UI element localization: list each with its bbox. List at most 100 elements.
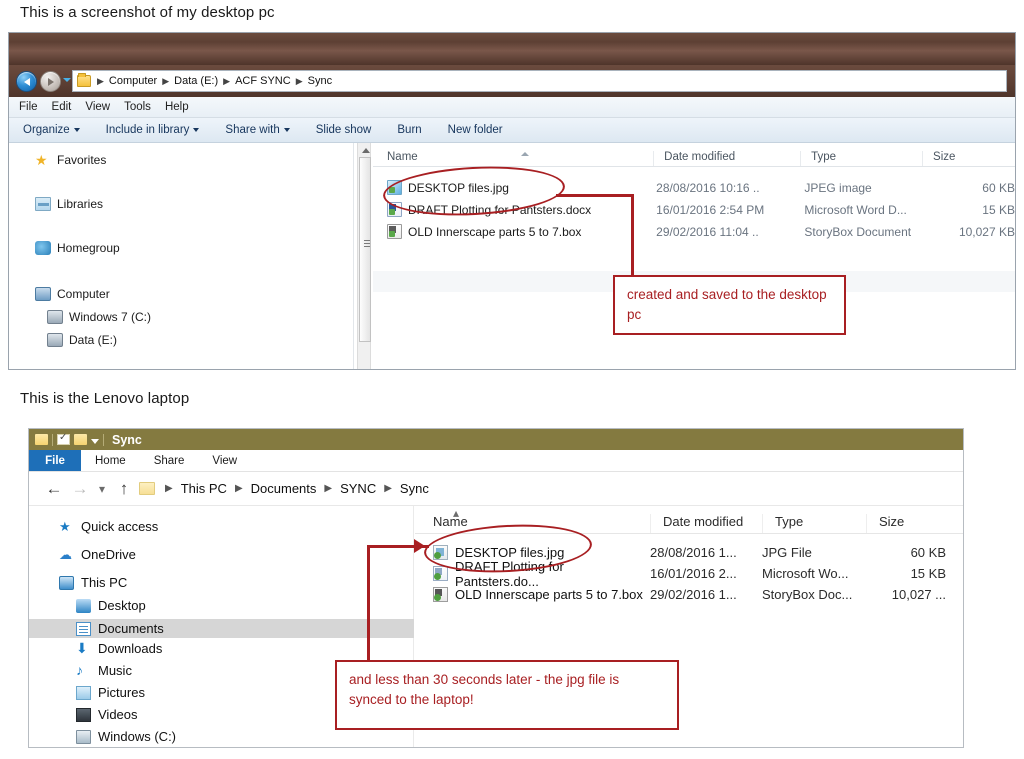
- nav-item-desktop[interactable]: Desktop: [76, 598, 146, 613]
- pin-star-icon: ★: [59, 518, 71, 534]
- drive-icon: [47, 333, 63, 347]
- table-row[interactable]: OLD Innerscape parts 5 to 7.box 29/02/20…: [373, 221, 1015, 242]
- folder-icon: [77, 73, 91, 87]
- file-size-cell: 60 KB: [910, 545, 946, 560]
- breadcrumb-sync[interactable]: Sync: [396, 481, 433, 496]
- breadcrumb-this-pc[interactable]: This PC: [177, 481, 231, 496]
- tab-home[interactable]: Home: [81, 450, 140, 471]
- nav-item-downloads[interactable]: ⬇ Downloads: [76, 641, 162, 657]
- menu-tools[interactable]: Tools: [124, 101, 151, 113]
- chevron-down-icon: [73, 127, 80, 132]
- scroll-up-arrow-icon[interactable]: [362, 148, 370, 153]
- toolbar-burn[interactable]: Burn: [397, 124, 421, 136]
- column-header-date-modified[interactable]: Date modified: [650, 514, 762, 533]
- chevron-down-icon[interactable]: ▾: [93, 482, 111, 496]
- column-header-type[interactable]: Type: [800, 151, 922, 166]
- menu-edit[interactable]: Edit: [52, 101, 72, 113]
- nav-item-windows-c[interactable]: Windows (C:): [76, 729, 176, 744]
- toolbar-organize[interactable]: Organize: [23, 124, 80, 136]
- toolbar-include-in-library[interactable]: Include in library: [106, 124, 200, 136]
- file-size-cell: 60 KB: [982, 180, 1015, 195]
- table-row[interactable]: DRAFT Plotting for Pantsters.docx 16/01/…: [373, 199, 1015, 220]
- toolbar-slide-show[interactable]: Slide show: [316, 124, 372, 136]
- file-name-cell: DESKTOP files.jpg: [373, 180, 656, 195]
- breadcrumb-sync[interactable]: Sync: [306, 75, 334, 87]
- nav-item-videos[interactable]: Videos: [76, 707, 138, 722]
- nav-item-libraries[interactable]: Libraries: [35, 197, 103, 211]
- nav-item-this-pc[interactable]: This PC: [59, 575, 127, 590]
- column-header-type[interactable]: Type: [762, 514, 866, 533]
- annotation-connector-vertical: [367, 545, 370, 660]
- toolbar-new-folder[interactable]: New folder: [448, 124, 503, 136]
- breadcrumb-separator-icon: ▶: [384, 483, 392, 494]
- nav-item-pictures[interactable]: Pictures: [76, 685, 145, 700]
- table-row[interactable]: DESKTOP files.jpg 28/08/2016 10:16 .. JP…: [373, 177, 1015, 198]
- nav-item-computer[interactable]: Computer: [35, 287, 110, 301]
- nav-item-onedrive[interactable]: ☁ OneDrive: [59, 547, 136, 562]
- music-icon: ♪: [76, 661, 83, 678]
- tab-file[interactable]: File: [29, 450, 81, 471]
- breadcrumb-separator-icon: ▶: [165, 483, 173, 494]
- back-arrow-icon[interactable]: ←: [41, 479, 67, 499]
- chevron-down-icon[interactable]: [91, 438, 99, 444]
- toolbar-share-with[interactable]: Share with: [225, 124, 290, 136]
- address-bar[interactable]: ▶ Computer ▶ Data (E:) ▶ ACF SYNC ▶ Sync: [72, 70, 1007, 92]
- file-type-cell: JPEG image: [804, 180, 872, 195]
- scrollbar-grip-icon: [364, 240, 370, 247]
- menu-file[interactable]: File: [19, 101, 38, 113]
- table-row[interactable]: DRAFT Plotting for Pantsters.do... 16/01…: [415, 559, 963, 589]
- nav-item-windows7-c[interactable]: Windows 7 (C:): [47, 310, 151, 324]
- annotation-connector-horizontal: [556, 194, 634, 197]
- column-header-date-modified[interactable]: Date modified: [653, 151, 800, 166]
- windows7-explorer-window: ▶ Computer ▶ Data (E:) ▶ ACF SYNC ▶ Sync…: [8, 32, 1016, 370]
- folder-icon[interactable]: [35, 434, 48, 445]
- up-arrow-icon[interactable]: ↑: [111, 479, 137, 499]
- file-list-pane: Name Date modified Type Size DESKTOP fil…: [373, 143, 1015, 369]
- breadcrumb-documents[interactable]: Documents: [247, 481, 321, 496]
- navigation-pane-scrollbar[interactable]: [357, 143, 371, 369]
- back-button[interactable]: [16, 71, 37, 92]
- scrollbar-thumb[interactable]: [359, 157, 371, 342]
- file-date-cell: 16/01/2016 2:54 PM: [656, 202, 765, 217]
- file-type-cell: JPG File: [762, 545, 812, 560]
- file-date-cell: 16/01/2016 2...: [650, 566, 737, 581]
- nav-item-documents[interactable]: Documents: [29, 619, 414, 638]
- column-header-size[interactable]: Size: [922, 151, 1015, 166]
- menu-help[interactable]: Help: [165, 101, 189, 113]
- nav-item-favorites[interactable]: ★ Favorites: [35, 153, 106, 167]
- forward-button[interactable]: [40, 71, 61, 92]
- desktop-icon: [76, 598, 91, 613]
- nav-item-label: Documents: [98, 621, 164, 636]
- menu-view[interactable]: View: [85, 101, 110, 113]
- breadcrumb-separator-icon: ▶: [295, 75, 303, 86]
- nav-item-data-e[interactable]: Data (E:): [47, 333, 117, 347]
- breadcrumb-sync-upper[interactable]: SYNC: [336, 481, 380, 496]
- new-folder-icon[interactable]: [74, 434, 87, 445]
- forward-arrow-icon: [47, 77, 54, 86]
- breadcrumb-separator-icon: ▶: [162, 75, 170, 86]
- file-size-cell: 10,027 KB: [958, 224, 1015, 239]
- file-date-cell: 29/02/2016 11:04 ..: [656, 224, 759, 239]
- videos-icon: [76, 707, 91, 722]
- tab-share[interactable]: Share: [140, 450, 199, 471]
- nav-item-quick-access[interactable]: ★ Quick access: [59, 519, 158, 534]
- word-file-icon: [387, 202, 402, 217]
- homegroup-icon: [35, 241, 51, 255]
- nav-item-homegroup[interactable]: Homegroup: [35, 241, 120, 255]
- file-type-cell: Microsoft Word D...: [804, 202, 907, 217]
- column-header-name[interactable]: Name ▴: [415, 506, 650, 533]
- recent-pages-dropdown-icon[interactable]: [63, 78, 71, 82]
- breadcrumb-computer[interactable]: Computer: [107, 75, 159, 87]
- nav-item-music[interactable]: ♪ Music: [76, 661, 132, 679]
- breadcrumb-acf-sync[interactable]: ACF SYNC: [233, 75, 293, 87]
- table-row[interactable]: OLD Innerscape parts 5 to 7.box 29/02/20…: [415, 584, 963, 605]
- forward-arrow-icon[interactable]: →: [67, 479, 93, 499]
- breadcrumb-data-e[interactable]: Data (E:): [172, 75, 220, 87]
- column-header-name[interactable]: Name: [373, 151, 653, 166]
- storybox-file-icon: [433, 587, 448, 602]
- navigation-pane: ★ Favorites Libraries Homegroup Computer: [9, 143, 354, 369]
- properties-check-icon[interactable]: [57, 432, 70, 445]
- column-header-size[interactable]: Size: [866, 514, 952, 533]
- tab-view[interactable]: View: [198, 450, 251, 471]
- file-list-column-headers: Name Date modified Type Size: [373, 143, 1015, 167]
